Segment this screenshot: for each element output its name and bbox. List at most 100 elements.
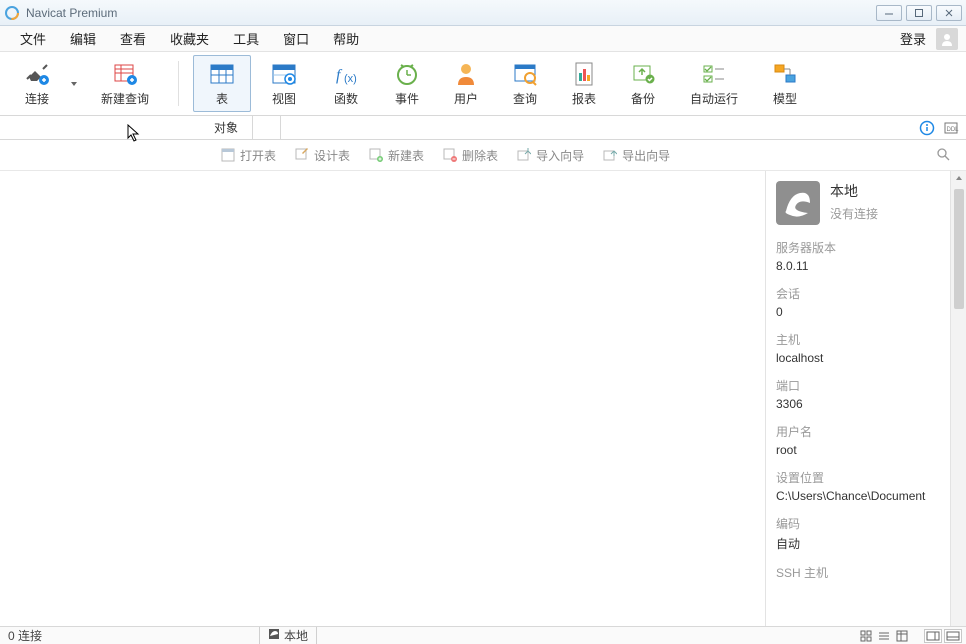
status-connections: 0 连接 bbox=[0, 627, 260, 644]
table-label: 表 bbox=[216, 90, 228, 107]
info-icon[interactable] bbox=[918, 119, 936, 137]
user-icon bbox=[454, 60, 478, 88]
model-icon bbox=[772, 60, 798, 88]
main-content-area bbox=[0, 171, 765, 626]
view-grid-icon[interactable] bbox=[858, 629, 874, 643]
delete-table-icon bbox=[442, 147, 458, 163]
function-label: 函数 bbox=[334, 90, 358, 107]
username-label: 用户名 bbox=[776, 423, 940, 440]
maximize-button[interactable] bbox=[906, 5, 932, 21]
table-icon bbox=[208, 60, 236, 88]
main-toolbar: 连接 新建查询 表 视图 f(x) 函数 事件 bbox=[0, 52, 966, 116]
query-icon bbox=[512, 60, 538, 88]
status-location-label: 本地 bbox=[284, 627, 308, 644]
ddl-icon[interactable]: DDL bbox=[942, 119, 960, 137]
username-value: root bbox=[776, 443, 940, 457]
scrollbar-up-arrow[interactable] bbox=[952, 171, 966, 185]
close-button[interactable] bbox=[936, 5, 962, 21]
export-icon bbox=[602, 147, 618, 163]
new-table-icon bbox=[368, 147, 384, 163]
tab-bar: 对象 DDL bbox=[0, 116, 966, 140]
view-detail-icon[interactable] bbox=[894, 629, 910, 643]
menubar: 文件 编辑 查看 收藏夹 工具 窗口 帮助 登录 bbox=[0, 26, 966, 52]
svg-text:DDL: DDL bbox=[947, 127, 960, 133]
report-button[interactable]: 报表 bbox=[557, 55, 611, 112]
vertical-scrollbar[interactable] bbox=[950, 171, 966, 626]
ssh-host-label: SSH 主机 bbox=[776, 564, 940, 581]
delete-table-button[interactable]: 删除表 bbox=[434, 144, 506, 167]
menu-tools[interactable]: 工具 bbox=[221, 25, 271, 52]
scrollbar-thumb[interactable] bbox=[954, 189, 964, 309]
open-table-icon bbox=[220, 147, 236, 163]
connection-status: 没有连接 bbox=[830, 205, 878, 222]
connect-dropdown[interactable] bbox=[66, 55, 82, 112]
new-table-button[interactable]: 新建表 bbox=[360, 144, 432, 167]
tab-objects[interactable]: 对象 bbox=[200, 116, 253, 139]
report-label: 报表 bbox=[572, 90, 596, 107]
autorun-icon bbox=[701, 60, 727, 88]
object-toolbar: 打开表 设计表 新建表 删除表 导入向导 导出向导 bbox=[204, 140, 966, 170]
model-button[interactable]: 模型 bbox=[757, 55, 813, 112]
function-button[interactable]: f(x) 函数 bbox=[317, 55, 375, 112]
panel-layout-2-icon[interactable] bbox=[944, 629, 962, 643]
svg-text:(x): (x) bbox=[344, 73, 357, 85]
design-table-button[interactable]: 设计表 bbox=[286, 144, 358, 167]
panel-layout-1-icon[interactable] bbox=[924, 629, 942, 643]
plug-icon bbox=[23, 60, 51, 88]
encoding-value: 自动 bbox=[776, 535, 940, 552]
location-icon bbox=[268, 628, 280, 643]
view-list-icon[interactable] bbox=[876, 629, 892, 643]
new-query-button[interactable]: 新建查询 bbox=[86, 55, 164, 112]
properties-panel: 本地 没有连接 服务器版本 8.0.11 会话 0 主机 localhost 端口 33… bbox=[765, 171, 950, 626]
menu-view[interactable]: 查看 bbox=[108, 25, 158, 52]
autorun-button[interactable]: 自动运行 bbox=[675, 55, 753, 112]
model-label: 模型 bbox=[773, 90, 797, 107]
menu-edit[interactable]: 编辑 bbox=[58, 25, 108, 52]
design-table-icon bbox=[294, 147, 310, 163]
design-table-label: 设计表 bbox=[314, 147, 350, 164]
host-value: localhost bbox=[776, 351, 940, 365]
query-label: 查询 bbox=[513, 90, 537, 107]
minimize-button[interactable] bbox=[876, 5, 902, 21]
user-button[interactable]: 用户 bbox=[439, 55, 493, 112]
port-label: 端口 bbox=[776, 377, 940, 394]
menu-favorites[interactable]: 收藏夹 bbox=[158, 25, 221, 52]
encoding-label: 编码 bbox=[776, 515, 940, 532]
open-table-button[interactable]: 打开表 bbox=[212, 144, 284, 167]
avatar-icon[interactable] bbox=[936, 28, 958, 50]
statusbar: 0 连接 本地 bbox=[0, 626, 966, 644]
backup-icon bbox=[630, 60, 656, 88]
autorun-label: 自动运行 bbox=[690, 90, 738, 107]
new-query-icon bbox=[111, 60, 139, 88]
delete-table-label: 删除表 bbox=[462, 147, 498, 164]
view-button[interactable]: 视图 bbox=[255, 55, 313, 112]
port-value: 3306 bbox=[776, 397, 940, 411]
view-icon bbox=[270, 60, 298, 88]
session-label: 会话 bbox=[776, 285, 940, 302]
window-title: Navicat Premium bbox=[26, 6, 876, 20]
search-button[interactable] bbox=[928, 144, 958, 167]
server-version-label: 服务器版本 bbox=[776, 239, 940, 256]
export-wizard-button[interactable]: 导出向导 bbox=[594, 144, 678, 167]
menu-help[interactable]: 帮助 bbox=[321, 25, 371, 52]
table-button[interactable]: 表 bbox=[193, 55, 251, 112]
connect-button[interactable]: 连接 bbox=[8, 55, 66, 112]
import-wizard-button[interactable]: 导入向导 bbox=[508, 144, 592, 167]
new-table-label: 新建表 bbox=[388, 147, 424, 164]
server-version-value: 8.0.11 bbox=[776, 259, 940, 273]
status-location: 本地 bbox=[260, 627, 317, 644]
login-label[interactable]: 登录 bbox=[894, 29, 932, 48]
query-button[interactable]: 查询 bbox=[497, 55, 553, 112]
menu-window[interactable]: 窗口 bbox=[271, 25, 321, 52]
titlebar: Navicat Premium bbox=[0, 0, 966, 26]
view-label: 视图 bbox=[272, 90, 296, 107]
backup-button[interactable]: 备份 bbox=[615, 55, 671, 112]
event-button[interactable]: 事件 bbox=[379, 55, 435, 112]
open-table-label: 打开表 bbox=[240, 147, 276, 164]
host-label: 主机 bbox=[776, 331, 940, 348]
clock-icon bbox=[394, 60, 420, 88]
session-value: 0 bbox=[776, 305, 940, 319]
connection-name: 本地 bbox=[830, 181, 878, 201]
event-label: 事件 bbox=[395, 90, 419, 107]
menu-file[interactable]: 文件 bbox=[8, 25, 58, 52]
